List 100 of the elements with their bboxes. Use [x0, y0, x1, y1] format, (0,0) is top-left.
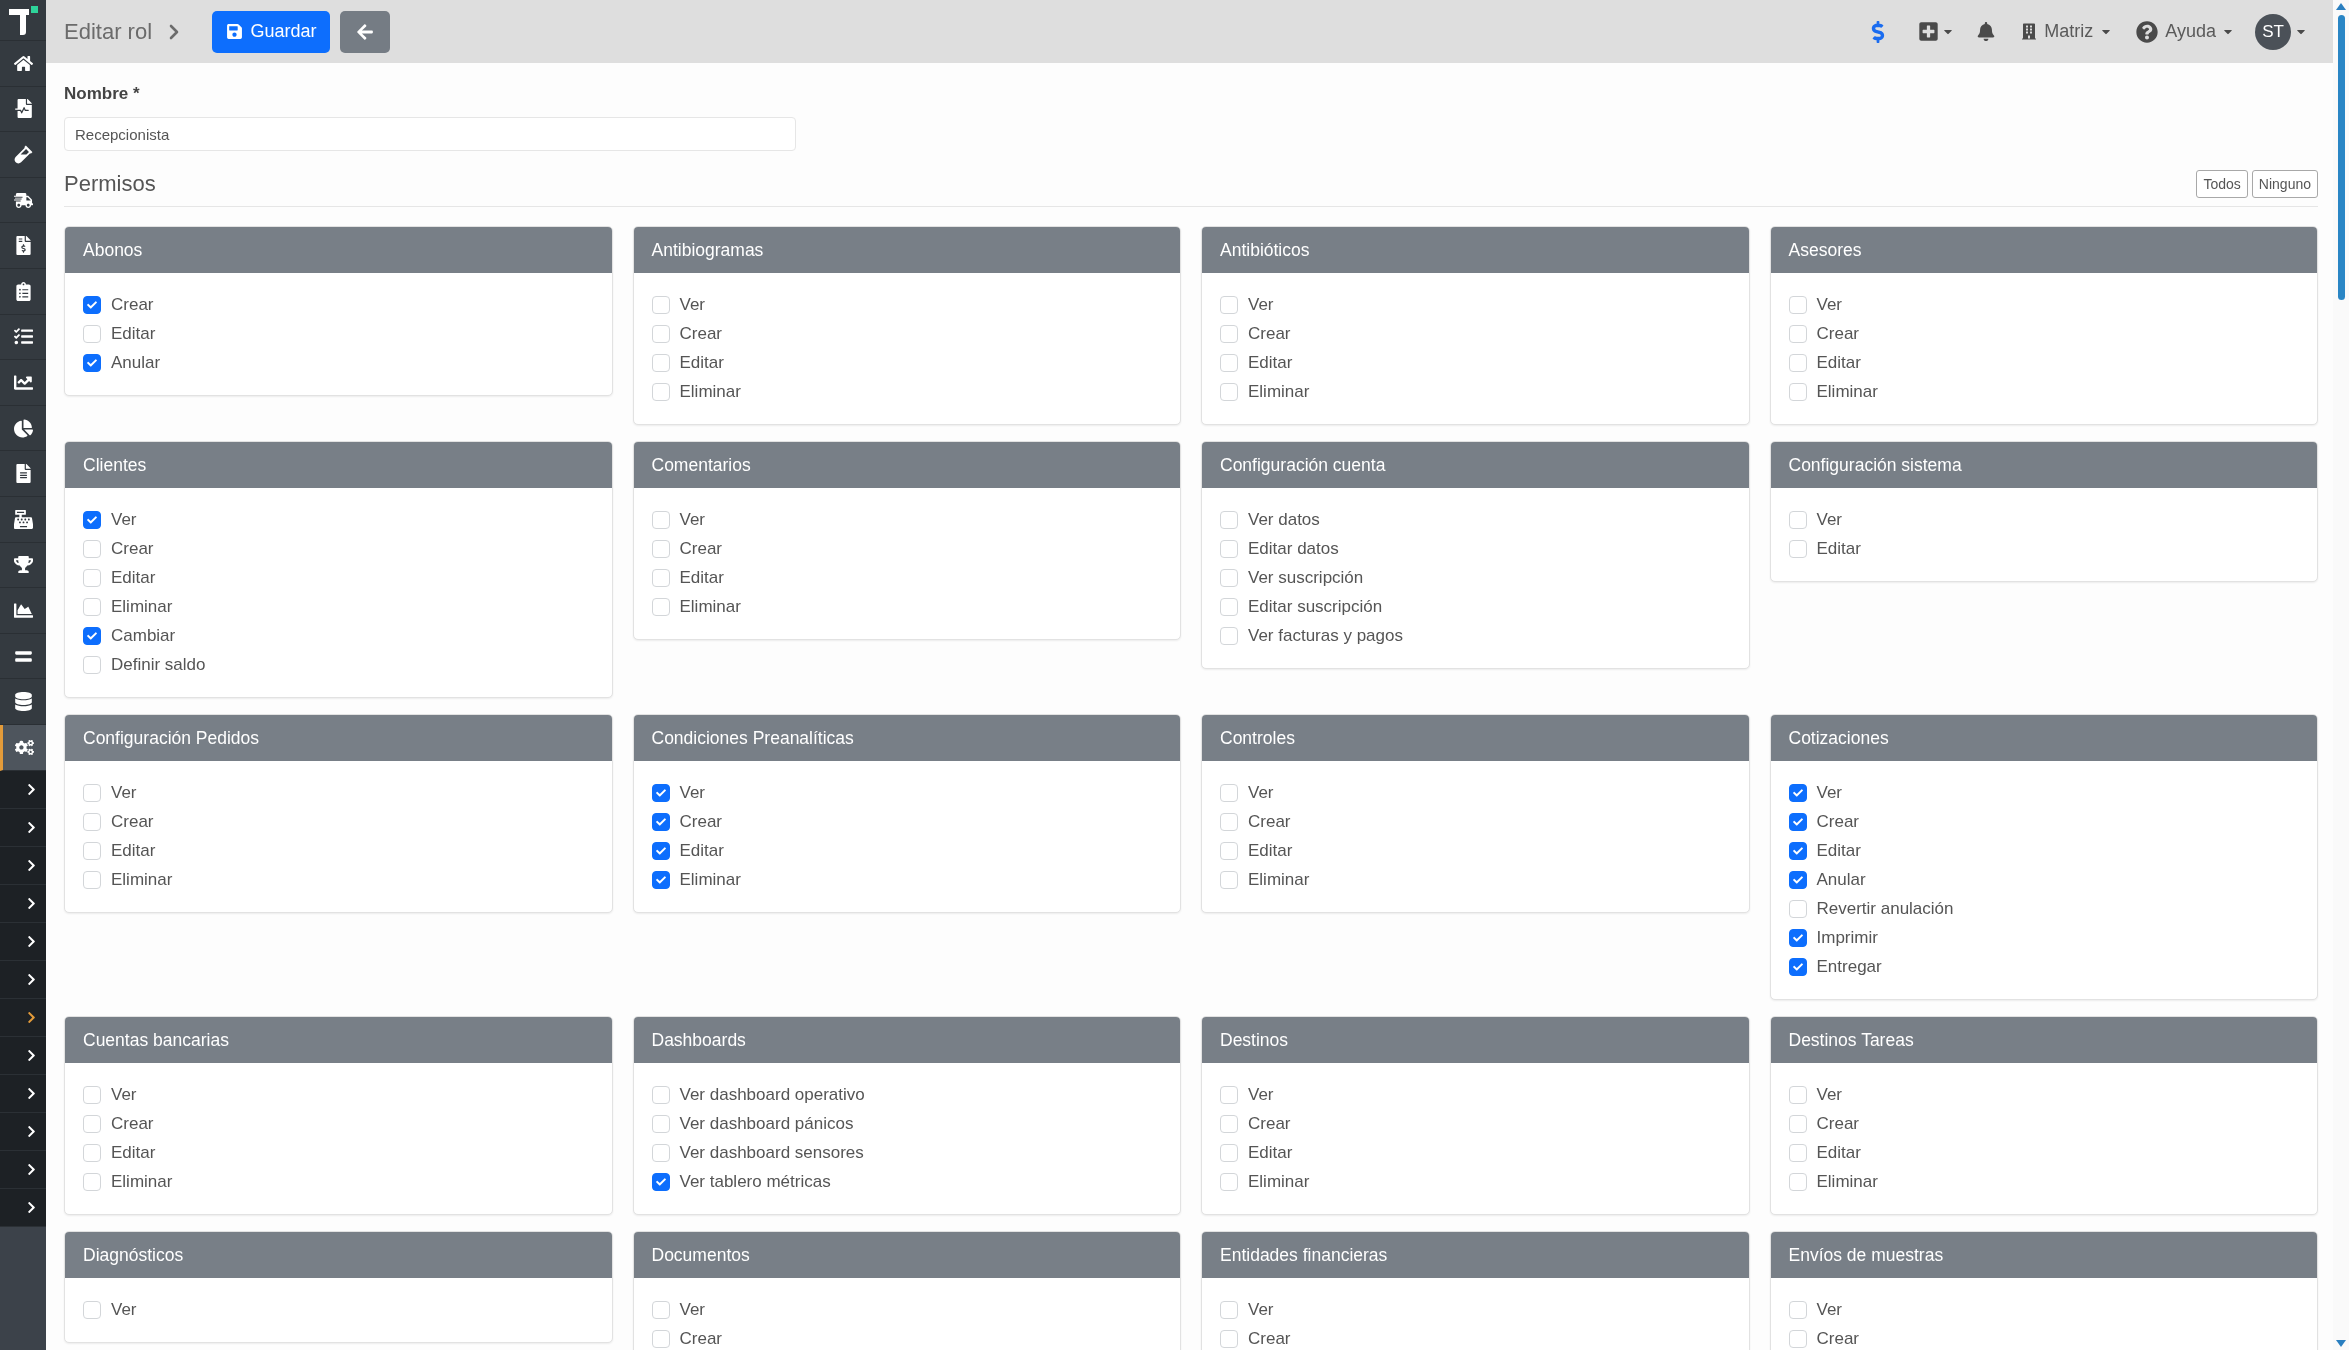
checkmark-icon — [1792, 816, 1803, 827]
sidebar-item[interactable] — [0, 132, 46, 178]
checkbox[interactable] — [1788, 928, 1807, 947]
sidebar-item[interactable] — [0, 724, 46, 771]
permission-label: Eliminar — [1248, 381, 1310, 402]
permission-label: Crear — [1248, 811, 1291, 832]
back-button[interactable] — [340, 10, 391, 53]
checkmark-icon — [1792, 845, 1803, 856]
help-menu-button[interactable]: Ayuda — [2136, 18, 2233, 45]
permission-label: Crear — [1248, 323, 1291, 344]
checkbox[interactable] — [1788, 841, 1807, 860]
checkmark-icon — [1792, 787, 1803, 798]
scroll-down-icon[interactable] — [2336, 1340, 2346, 1347]
permission-label: Crear — [1816, 1113, 1859, 1134]
permission-label: Cambiar — [111, 625, 176, 646]
dollar-icon[interactable] — [1871, 20, 1886, 43]
sidebar-item[interactable] — [0, 679, 46, 725]
permission-label: Editar — [679, 352, 724, 373]
user-avatar: ST — [2255, 13, 2291, 50]
save-button[interactable]: Guardar — [212, 10, 331, 53]
permission-label: Ver — [111, 1299, 137, 1320]
sidebar-item[interactable] — [0, 360, 46, 406]
name-input[interactable]: Recepcionista — [64, 117, 796, 151]
permission-label: Crear — [1816, 323, 1859, 344]
permission-label: Ver — [1816, 1299, 1843, 1320]
scroll-up-icon[interactable] — [2336, 3, 2346, 10]
cash-register-icon — [13, 509, 33, 529]
checkbox[interactable] — [1788, 783, 1807, 802]
permission-label: Editar — [1816, 1142, 1861, 1163]
checkbox[interactable] — [651, 812, 670, 831]
permission-label: Editar datos — [1248, 538, 1339, 559]
checkbox[interactable] — [83, 295, 101, 314]
checkbox[interactable] — [651, 783, 670, 802]
card-header: Configuración sistema — [1770, 442, 2317, 488]
sidebar-item[interactable] — [0, 223, 46, 269]
checkbox[interactable] — [651, 1172, 670, 1191]
card-header: Entidades financieras — [1202, 1232, 1749, 1278]
checkbox[interactable] — [1788, 957, 1807, 976]
permission-label: Ver dashboard pánicos — [679, 1113, 854, 1134]
select-button[interactable]: Todos — [2196, 170, 2248, 198]
sidebar-item[interactable] — [0, 451, 46, 497]
sidebar-item[interactable] — [0, 588, 46, 634]
permission-label: Ver — [1248, 294, 1274, 315]
area-chart-icon — [13, 600, 33, 620]
sidebar-item[interactable] — [0, 268, 46, 315]
select-button[interactable]: Ninguno — [2251, 170, 2318, 198]
sidebar-item[interactable] — [0, 41, 46, 87]
checkmark-icon — [87, 630, 97, 641]
branch-menu-button[interactable]: Matriz — [2022, 18, 2112, 45]
permission-label: Editar — [1248, 840, 1293, 861]
sidebar-item[interactable] — [0, 405, 46, 452]
user-menu-button[interactable]: ST — [2255, 13, 2306, 50]
card-header: Dashboards — [633, 1017, 1180, 1063]
permission-label: Ver — [679, 1299, 706, 1320]
notifications-icon[interactable] — [1977, 22, 1996, 41]
permission-label: Eliminar — [679, 869, 741, 890]
permission-label: Imprimir — [1816, 927, 1878, 948]
checkbox[interactable] — [651, 841, 670, 860]
permission-label: Editar — [679, 567, 724, 588]
permission-label: Eliminar — [679, 381, 741, 402]
sidebar-item[interactable] — [0, 542, 46, 589]
checkbox[interactable] — [83, 353, 101, 372]
sidebar-item[interactable] — [0, 314, 46, 361]
permission-label: Eliminar — [111, 869, 173, 890]
card-header: Cotizaciones — [1770, 715, 2317, 761]
checkmark-icon — [655, 874, 666, 885]
checkmark-icon — [1792, 961, 1803, 972]
checklist-icon — [13, 327, 33, 347]
permission-label: Eliminar — [1816, 1171, 1878, 1192]
permission-label: Editar suscripción — [1248, 596, 1383, 617]
checkbox[interactable] — [83, 626, 101, 645]
permission-label: Definir saldo — [111, 654, 206, 675]
permission-label: Editar — [1248, 1142, 1293, 1163]
card-header: Antibiogramas — [633, 227, 1180, 273]
permission-label: Editar — [111, 323, 156, 344]
test-tube-icon — [13, 145, 33, 164]
sidebar-item[interactable] — [0, 633, 46, 680]
permission-label: Crear — [111, 538, 154, 559]
checkbox[interactable] — [1788, 870, 1807, 889]
scrollbar-thumb[interactable] — [2337, 15, 2345, 300]
permission-label: Ver — [111, 1084, 137, 1105]
arrow-left-icon — [356, 22, 375, 41]
permission-label: Eliminar — [1816, 381, 1878, 402]
card-header: Envíos de muestras — [1770, 1232, 2317, 1278]
permission-label: Ver facturas y pagos — [1248, 625, 1403, 646]
add-menu-button[interactable] — [1918, 21, 1954, 42]
permission-label: Crear — [111, 1113, 154, 1134]
permission-label: Editar — [1816, 352, 1861, 373]
home-icon — [13, 53, 33, 73]
checkbox[interactable] — [651, 870, 670, 889]
checkbox[interactable] — [83, 510, 101, 529]
database-icon — [13, 692, 33, 712]
checkmark-icon — [1792, 874, 1803, 885]
checkbox[interactable] — [1788, 812, 1807, 831]
sidebar-item[interactable] — [0, 86, 46, 133]
card-header: Asesores — [1770, 227, 2317, 273]
sidebar-item[interactable] — [0, 496, 46, 543]
sidebar-item[interactable] — [0, 177, 46, 224]
permission-label: Editar — [111, 840, 156, 861]
app-logo[interactable] — [8, 5, 38, 35]
